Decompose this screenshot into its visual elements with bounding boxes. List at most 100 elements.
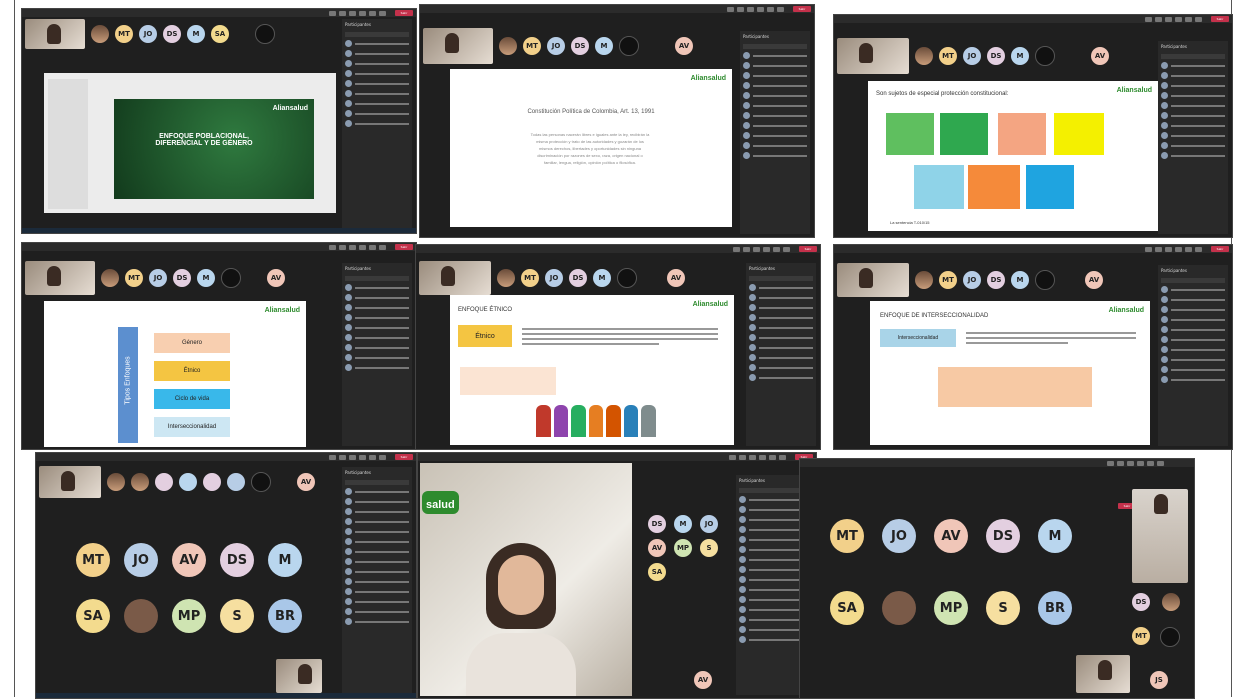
leave-button[interactable]: Salir [799,246,817,252]
avatar-m[interactable]: M [1011,47,1029,65]
avatar[interactable] [107,473,125,491]
grid-participant[interactable]: MP [172,599,206,633]
avatar-jo[interactable]: JO [547,37,565,55]
grid-avatar[interactable]: DS [986,519,1020,553]
grid-participant[interactable] [124,599,158,633]
leave-button[interactable]: Salir [395,454,413,460]
grid-participant[interactable]: M [1038,519,1072,553]
search-input[interactable] [345,480,409,485]
toolbar-icons[interactable] [1145,247,1202,252]
avatar-mt[interactable]: MT [939,271,957,289]
leave-button[interactable]: Salir [793,6,811,12]
slide-thumbnails[interactable] [48,79,88,209]
avatar-more[interactable] [1035,46,1055,66]
avatar-m[interactable]: M [593,269,611,287]
avatar[interactable] [179,473,197,491]
grid-avatar[interactable]: BR [268,599,302,633]
avatar-sa[interactable]: SA [211,25,229,43]
avatar-extra[interactable]: JS [1150,671,1168,689]
search-input[interactable] [1161,278,1225,283]
side-avatar[interactable]: M [674,515,692,533]
avatar[interactable] [203,473,221,491]
grid-avatar[interactable]: SA [830,591,864,625]
avatar[interactable] [101,269,119,287]
avatar-ds[interactable]: DS [571,37,589,55]
toolbar-icons[interactable] [727,7,784,12]
toolbar-icons[interactable] [733,247,790,252]
grid-avatar[interactable]: JO [882,519,916,553]
avatar-jo[interactable]: JO [149,269,167,287]
avatar[interactable] [131,473,149,491]
search-input[interactable] [1161,54,1225,59]
grid-avatar[interactable]: M [1038,519,1072,553]
grid-participant[interactable]: JO [124,543,158,577]
avatar-more[interactable] [1035,270,1055,290]
avatar-m[interactable]: M [595,37,613,55]
side-avatar[interactable]: S [700,539,718,557]
avatar-more[interactable] [255,24,275,44]
avatar-m[interactable]: M [1011,271,1029,289]
grid-avatar[interactable]: AV [934,519,968,553]
avatar-ds[interactable]: DS [569,269,587,287]
avatar-jo[interactable]: JO [963,271,981,289]
grid-avatar[interactable]: MP [934,591,968,625]
toolbar-icons[interactable] [729,455,786,460]
avatar-more[interactable] [619,36,639,56]
grid-participant[interactable]: M [268,543,302,577]
grid-avatar[interactable] [882,591,916,625]
search-input[interactable] [345,32,409,37]
avatar-ds[interactable]: DS [1132,593,1150,611]
grid-avatar[interactable]: JO [124,543,158,577]
avatar-self[interactable]: AV [694,671,712,689]
avatar-self[interactable]: AV [267,269,285,287]
avatar[interactable] [915,271,933,289]
grid-avatar[interactable]: BR [1038,591,1072,625]
avatar-mt[interactable]: MT [939,47,957,65]
avatar[interactable] [499,37,517,55]
avatar-mt[interactable]: MT [1132,627,1150,645]
grid-participant[interactable]: BR [1038,591,1072,625]
avatar-self[interactable]: AV [675,37,693,55]
avatar-mt[interactable]: MT [523,37,541,55]
grid-avatar[interactable]: SA [76,599,110,633]
avatar[interactable] [155,473,173,491]
grid-avatar[interactable]: S [220,599,254,633]
avatar-self[interactable]: AV [667,269,685,287]
avatar-more[interactable] [617,268,637,288]
grid-participant[interactable]: DS [986,519,1020,553]
avatar-ds[interactable]: DS [987,271,1005,289]
leave-button[interactable]: Salir [1211,16,1229,22]
search-input[interactable] [345,276,409,281]
grid-avatar[interactable]: M [268,543,302,577]
leave-button[interactable]: Salir [395,10,413,16]
toolbar-icons[interactable] [329,245,386,250]
avatar[interactable] [1162,593,1180,611]
grid-participant[interactable]: BR [268,599,302,633]
grid-avatar[interactable] [124,599,158,633]
avatar[interactable] [915,47,933,65]
grid-participant[interactable]: S [220,599,254,633]
grid-participant[interactable]: DS [220,543,254,577]
side-avatar[interactable]: DS [648,515,666,533]
grid-avatar[interactable]: MT [76,543,110,577]
avatar-mt[interactable]: MT [115,25,133,43]
search-input[interactable] [749,276,813,281]
avatar-jo[interactable]: JO [139,25,157,43]
avatar[interactable] [227,473,245,491]
grid-participant[interactable]: SA [76,599,110,633]
avatar-ds[interactable]: DS [987,47,1005,65]
toolbar-icons[interactable] [1145,17,1202,22]
grid-participant[interactable]: AV [934,519,968,553]
avatar-more[interactable] [221,268,241,288]
avatar[interactable] [497,269,515,287]
grid-avatar[interactable]: DS [220,543,254,577]
toolbar-icons[interactable] [1107,461,1164,466]
avatar-ds[interactable]: DS [173,269,191,287]
search-input[interactable] [743,44,807,49]
grid-participant[interactable]: MT [76,543,110,577]
grid-participant[interactable] [882,591,916,625]
grid-participant[interactable]: SA [830,591,864,625]
avatar-self[interactable]: AV [1085,271,1103,289]
avatar-ds[interactable]: DS [163,25,181,43]
avatar-more[interactable] [251,472,271,492]
